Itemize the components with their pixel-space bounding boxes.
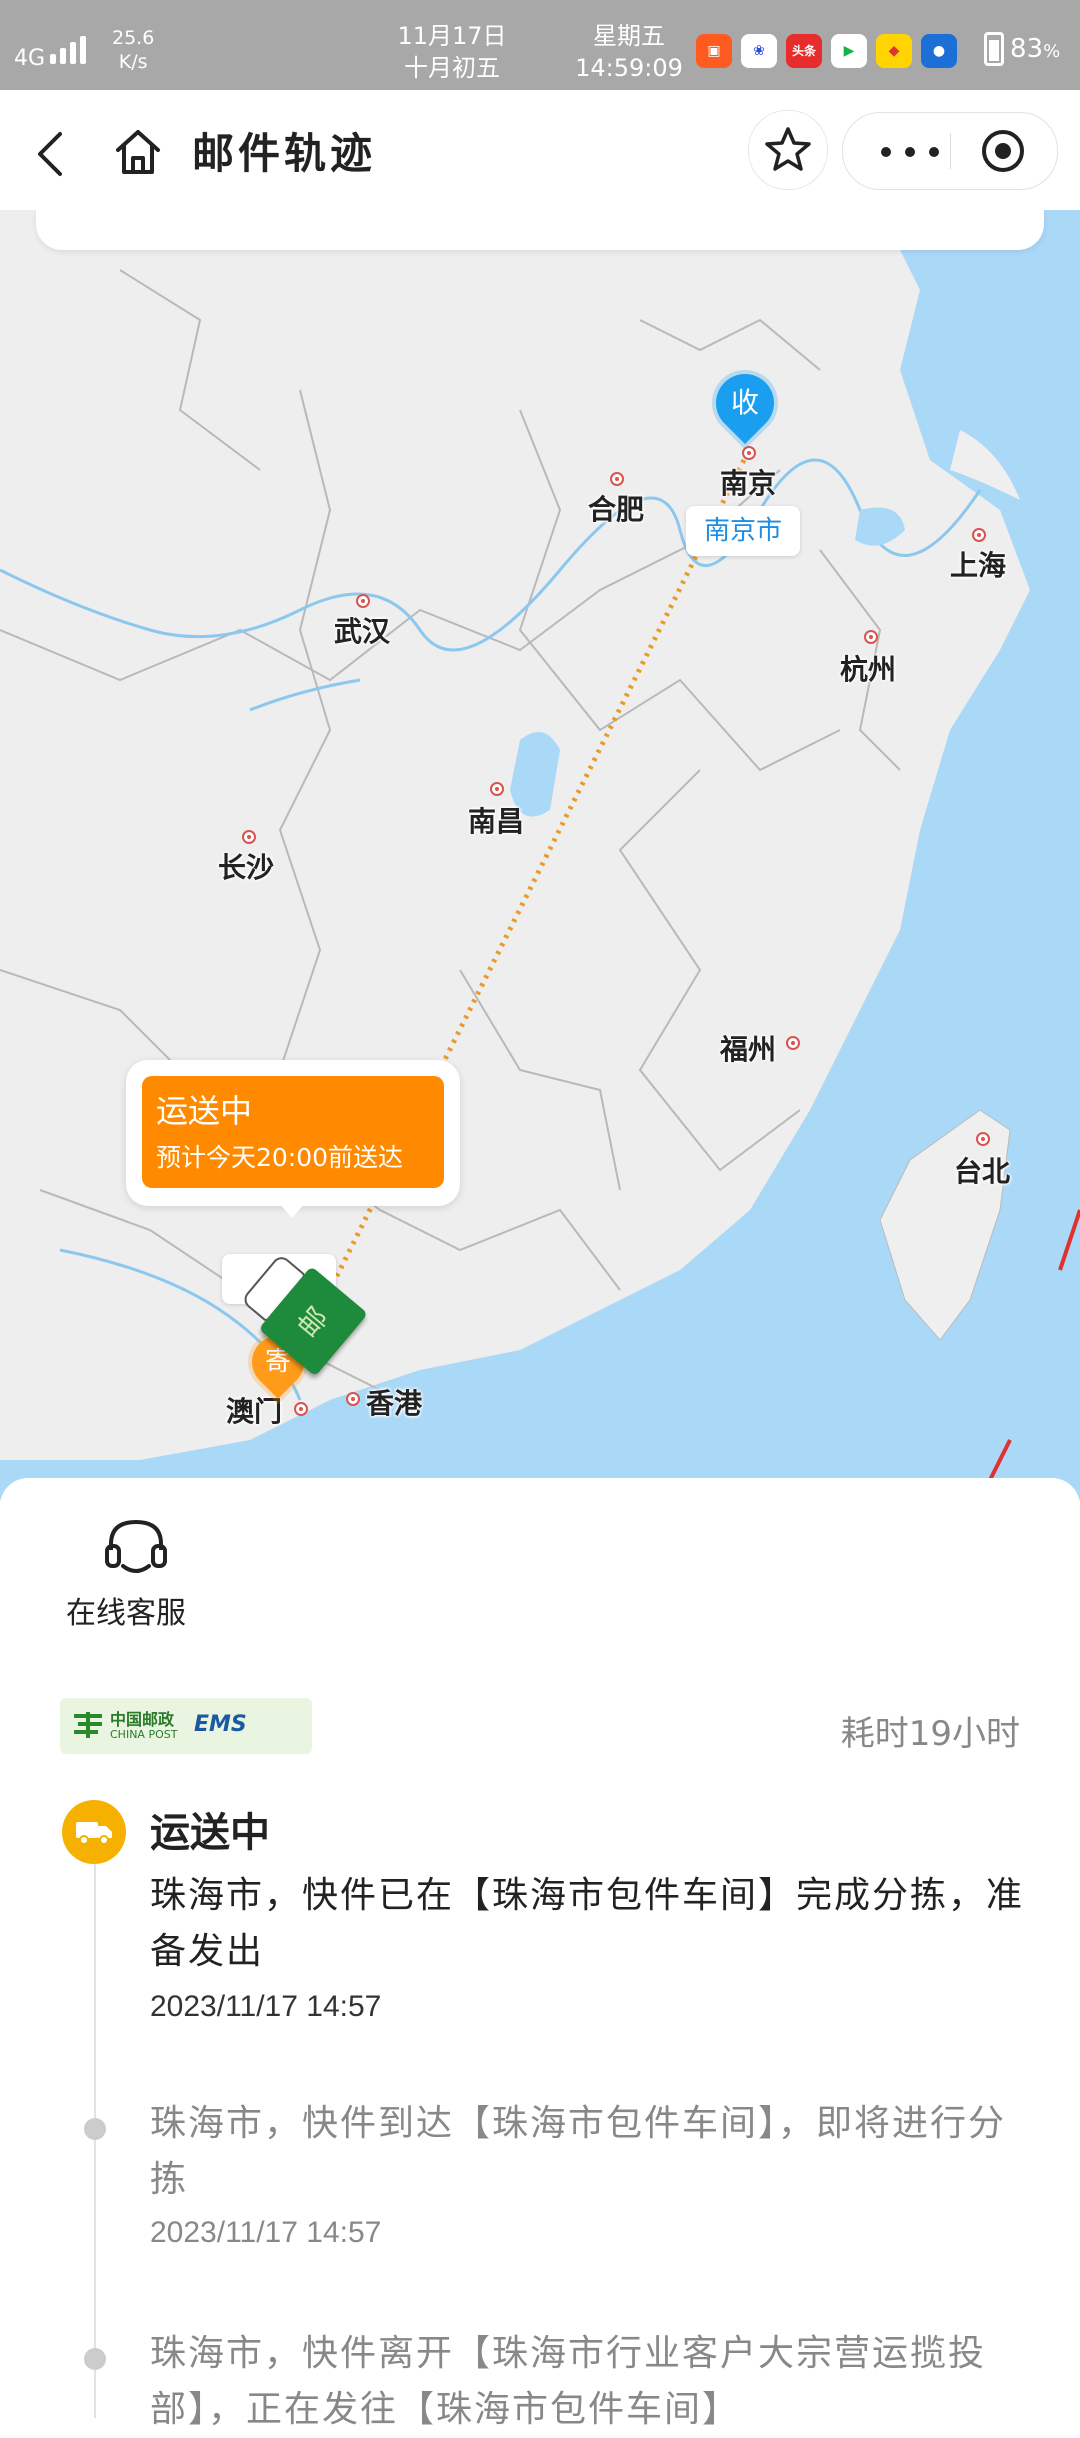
shipment-status-bubble[interactable]: 运送中 预计今天20:00前送达 (126, 1060, 460, 1218)
city-marker (972, 528, 986, 542)
city-marker (742, 446, 756, 460)
summary-card-edge (36, 210, 1044, 250)
capsule-divider (950, 133, 951, 169)
date-block: 11月17日 十月初五 (392, 20, 512, 84)
app-icon-game: ◆ (876, 34, 912, 68)
route-line (297, 450, 751, 1352)
battery: 83% (984, 32, 1060, 66)
favorite-button[interactable] (748, 110, 828, 190)
city-label-taipei: 台北 (954, 1155, 1011, 1188)
china-post-logo-icon (74, 1712, 102, 1738)
logo-ems: EMS (194, 1712, 247, 1737)
city-marker (786, 1036, 800, 1050)
destination-label[interactable]: 南京市 (686, 506, 800, 556)
city-label-wuhan: 武汉 (334, 615, 391, 648)
city-label-nanchang: 南昌 (468, 805, 525, 838)
time-block: 星期五 14:59:09 (574, 20, 684, 84)
star-icon (765, 127, 811, 171)
timeline-event-text: 珠海市，快件已在【珠海市包件车间】完成分拣，准备发出 (150, 1875, 1025, 1972)
city-marker (294, 1402, 308, 1416)
speed-value: 25.6 (112, 27, 155, 49)
logo-chinese: 中国邮政 (110, 1710, 175, 1729)
customer-service-button[interactable] (66, 1516, 206, 1584)
city-label-hefei: 合肥 (588, 493, 645, 526)
city-marker (864, 630, 878, 644)
battery-percent: 83% (1010, 34, 1061, 64)
bubble-tail (278, 1202, 306, 1218)
close-mini-program-icon[interactable] (979, 127, 1027, 175)
truck-badge: 邮 (291, 1301, 335, 1344)
current-status: 运送中 (150, 1810, 270, 1856)
city-label-fuzhou: 福州 (720, 1033, 777, 1066)
status-bubble-eta: 预计今天20:00前送达 (156, 1143, 404, 1172)
timeline-event-time: 2023/11/17 14:57 (150, 1990, 382, 2023)
destination-pin-icon[interactable]: 收 (703, 361, 787, 445)
city-marker (976, 1132, 990, 1146)
weekday: 星期五 (593, 22, 665, 50)
elapsed-time: 耗时19小时 (840, 1714, 1020, 1754)
signal-icon (50, 36, 90, 64)
timeline-event-text: 珠海市，快件到达【珠海市包件车间】，即将进行分拣 (150, 2103, 1007, 2200)
headset-icon (105, 1519, 167, 1573)
timeline-event-time: 2023/11/17 14:57 (150, 2216, 382, 2249)
page-title: 邮件轨迹 (192, 129, 377, 178)
city-marker (356, 594, 370, 608)
city-marker (490, 782, 504, 796)
lunar-date: 十月初五 (404, 54, 500, 82)
app-icon-baidu: ❀ (741, 34, 777, 68)
mini-program-capsule (842, 112, 1058, 190)
city-label-changsha: 长沙 (218, 851, 275, 884)
battery-icon (984, 32, 1004, 66)
date: 11月17日 (397, 22, 507, 50)
city-marker (346, 1392, 360, 1406)
city-marker (242, 830, 256, 844)
network-type: 4G (14, 46, 46, 71)
status-bubble-title: 运送中 (156, 1092, 253, 1130)
logo-english: CHINA POST (110, 1728, 178, 1741)
timeline-dot (84, 2118, 106, 2140)
carrier-logo: 中国邮政 CHINA POST EMS (60, 1698, 312, 1754)
tracking-sheet: 在线客服 中国邮政 CHINA POST EMS 耗时19小时 运送中 珠海市，… (0, 1478, 1080, 2430)
clock: 14:59:09 (575, 54, 683, 82)
city-label-shanghai: 上海 (950, 549, 1007, 582)
city-label-nanjing: 南京 (720, 467, 777, 500)
city-marker (610, 472, 624, 486)
city-label-hongkong: 香港 (366, 1387, 423, 1420)
notification-icons: ▣ ❀ 头条 ▶ ◆ ● (696, 34, 966, 68)
back-icon[interactable] (30, 128, 70, 184)
app-icon-shop: ▣ (696, 34, 732, 68)
more-icon[interactable] (871, 131, 951, 171)
home-icon[interactable] (112, 126, 164, 182)
map-view[interactable]: 南京 合肥 上海 武汉 杭州 南昌 长沙 福州 台北 澳门 香港 南京市 收 运… (0, 210, 1080, 1500)
timeline-dot (84, 2348, 106, 2370)
city-label-hangzhou: 杭州 (840, 653, 897, 686)
map-canvas (0, 210, 1080, 1500)
network-speed: 25.6 K/s (112, 26, 154, 74)
app-icon-assistant: ● (921, 34, 957, 68)
app-icon-video: ▶ (831, 34, 867, 68)
in-transit-truck-icon (62, 1800, 126, 1864)
city-label-macau: 澳门 (226, 1395, 283, 1428)
status-bubble-body: 运送中 预计今天20:00前送达 (142, 1076, 444, 1188)
nav-bar: 邮件轨迹 (0, 90, 1080, 210)
timeline-event-text: 珠海市，快件离开【珠海市行业客户大宗营运揽投部】，正在发往【珠海市包件车间】 (150, 2333, 987, 2430)
app-icon-toutiao: 头条 (786, 34, 822, 68)
speed-unit: K/s (118, 51, 148, 73)
customer-service-label: 在线客服 (66, 1596, 186, 1631)
destination-pin-char: 收 (730, 386, 759, 419)
status-bar: 4G 25.6 K/s 11月17日 十月初五 星期五 14:59:09 ▣ ❀ 头… (0, 0, 1080, 90)
